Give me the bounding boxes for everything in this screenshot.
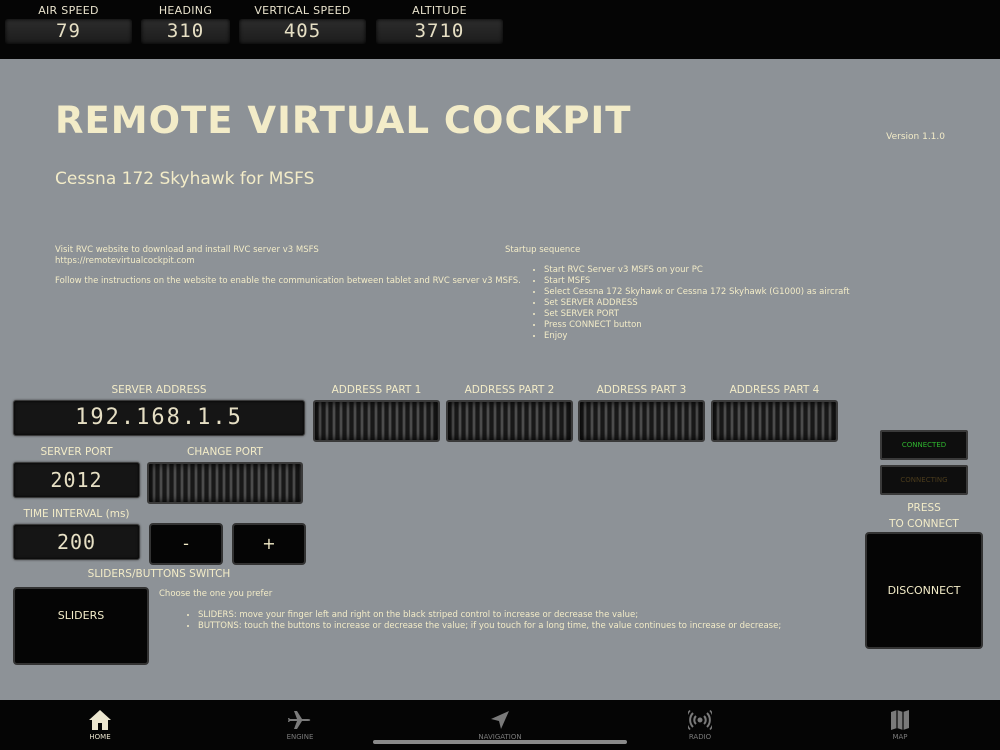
interval-decrease-button[interactable]: - [149,523,223,565]
navigation-arrow-icon [491,711,509,729]
tab-radio-label: RADIO [688,733,712,741]
vertical-speed-label: VERTICAL SPEED [254,4,351,17]
altitude-label: ALTITUDE [412,4,467,17]
tab-engine-label: ENGINE [286,733,314,741]
switch-option: BUTTONS: touch the buttons to increase o… [198,621,781,632]
home-indicator[interactable] [373,740,627,744]
air-speed-label: AIR SPEED [38,4,99,17]
airplane-icon [288,711,311,729]
startup-step: Start MSFS [544,276,850,287]
server-address-display[interactable]: 192.168.1.5 [13,400,305,436]
address-part-2-label: ADDRESS PART 2 [464,384,555,396]
vertical-speed-gauge: VERTICAL SPEED 405 [239,0,366,59]
address-part-3-slider[interactable] [578,400,705,442]
address-part-4-slider[interactable] [711,400,838,442]
telemetry-bar: AIR SPEED 79 HEADING 310 VERTICAL SPEED … [0,0,1000,59]
address-part-2-slider[interactable] [446,400,573,442]
switch-label: SLIDERS/BUTTONS SWITCH [87,568,231,580]
heading-gauge: HEADING 310 [141,0,230,59]
radio-waves-icon [688,709,712,731]
heading-value: 310 [141,19,230,44]
air-speed-gauge: AIR SPEED 79 [5,0,132,59]
choose-text: Choose the one you prefer [159,589,273,599]
time-interval-display[interactable]: 200 [13,524,140,560]
connecting-indicator: CONNECTING [880,465,968,495]
version-label: Version 1.1.0 [886,132,945,142]
press-line: PRESS [907,502,941,514]
switch-instructions: Choose the one you prefer SLIDERS: move … [159,589,781,632]
altitude-value: 3710 [376,19,503,44]
aircraft-subtitle: Cessna 172 Skyhawk for MSFS [55,169,315,189]
switch-options: SLIDERS: move your finger left and right… [198,610,781,632]
heading-label: HEADING [158,4,213,17]
time-interval-label: TIME INTERVAL (ms) [23,508,130,520]
tab-home[interactable]: HOME [0,700,200,750]
change-port-label: CHANGE PORT [187,446,263,458]
sliders-buttons-toggle[interactable]: SLIDERS [13,587,149,665]
server-port-label: SERVER PORT [40,446,113,458]
press-to-connect-label: PRESS TO CONNECT [866,500,982,532]
follow-text: Follow the instructions on the website t… [55,276,521,286]
server-port-display[interactable]: 2012 [13,462,140,498]
startup-step: Set SERVER ADDRESS [544,298,850,309]
address-part-3-label: ADDRESS PART 3 [596,384,687,396]
connected-indicator: CONNECTED [880,430,968,460]
change-port-slider[interactable] [147,462,303,504]
tab-home-label: HOME [89,733,111,741]
startup-steps: Start RVC Server v3 MSFS on your PC Star… [544,265,850,342]
startup-step: Press CONNECT button [544,320,850,331]
page-title: REMOTE VIRTUAL COCKPIT [55,99,632,142]
home-icon [89,710,111,730]
interval-increase-button[interactable]: + [232,523,306,565]
map-icon [891,710,909,730]
startup-step: Enjoy [544,331,850,342]
home-panel: REMOTE VIRTUAL COCKPIT Cessna 172 Skyhaw… [0,59,1000,700]
startup-sequence: Startup sequence Start RVC Server v3 MSF… [505,245,850,342]
tab-radio[interactable]: RADIO [600,700,800,750]
address-part-4-label: ADDRESS PART 4 [729,384,820,396]
tab-map-label: MAP [892,733,908,741]
tab-engine[interactable]: ENGINE [200,700,400,750]
switch-option: SLIDERS: move your finger left and right… [198,610,781,621]
to-connect-line: TO CONNECT [889,518,959,530]
altitude-gauge: ALTITUDE 3710 [376,0,503,59]
setup-instructions: Visit RVC website to download and instal… [55,245,521,287]
address-part-1-slider[interactable] [313,400,440,442]
server-address-label: SERVER ADDRESS [111,384,207,396]
startup-title: Startup sequence [505,245,581,255]
visit-text: Visit RVC website to download and instal… [55,245,319,255]
address-part-1-label: ADDRESS PART 1 [331,384,422,396]
startup-step: Start RVC Server v3 MSFS on your PC [544,265,850,276]
air-speed-value: 79 [5,19,132,44]
startup-step: Set SERVER PORT [544,309,850,320]
startup-step: Select Cessna 172 Skyhawk or Cessna 172 … [544,287,850,298]
website-url: https://remotevirtualcockpit.com [55,256,195,266]
vertical-speed-value: 405 [239,19,366,44]
tab-map[interactable]: MAP [800,700,1000,750]
disconnect-button[interactable]: DISCONNECT [865,532,983,649]
